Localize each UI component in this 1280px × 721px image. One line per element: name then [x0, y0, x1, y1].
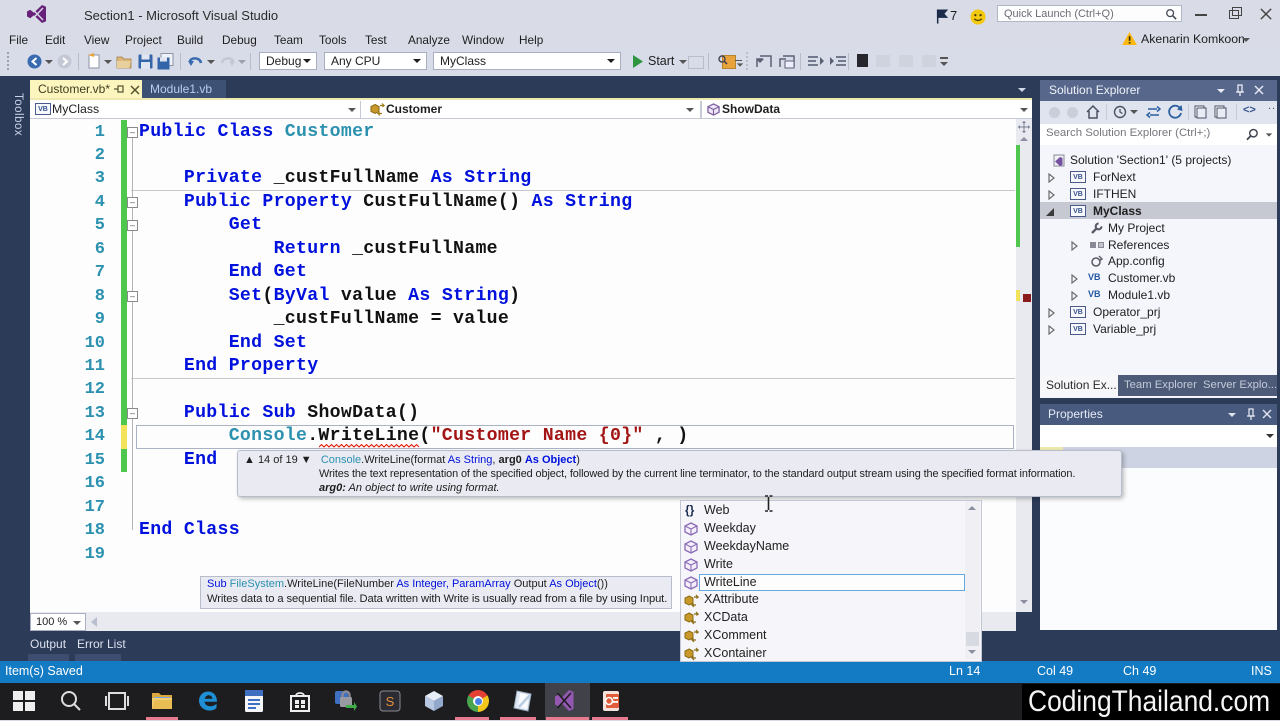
svg-text:S: S: [386, 694, 395, 709]
